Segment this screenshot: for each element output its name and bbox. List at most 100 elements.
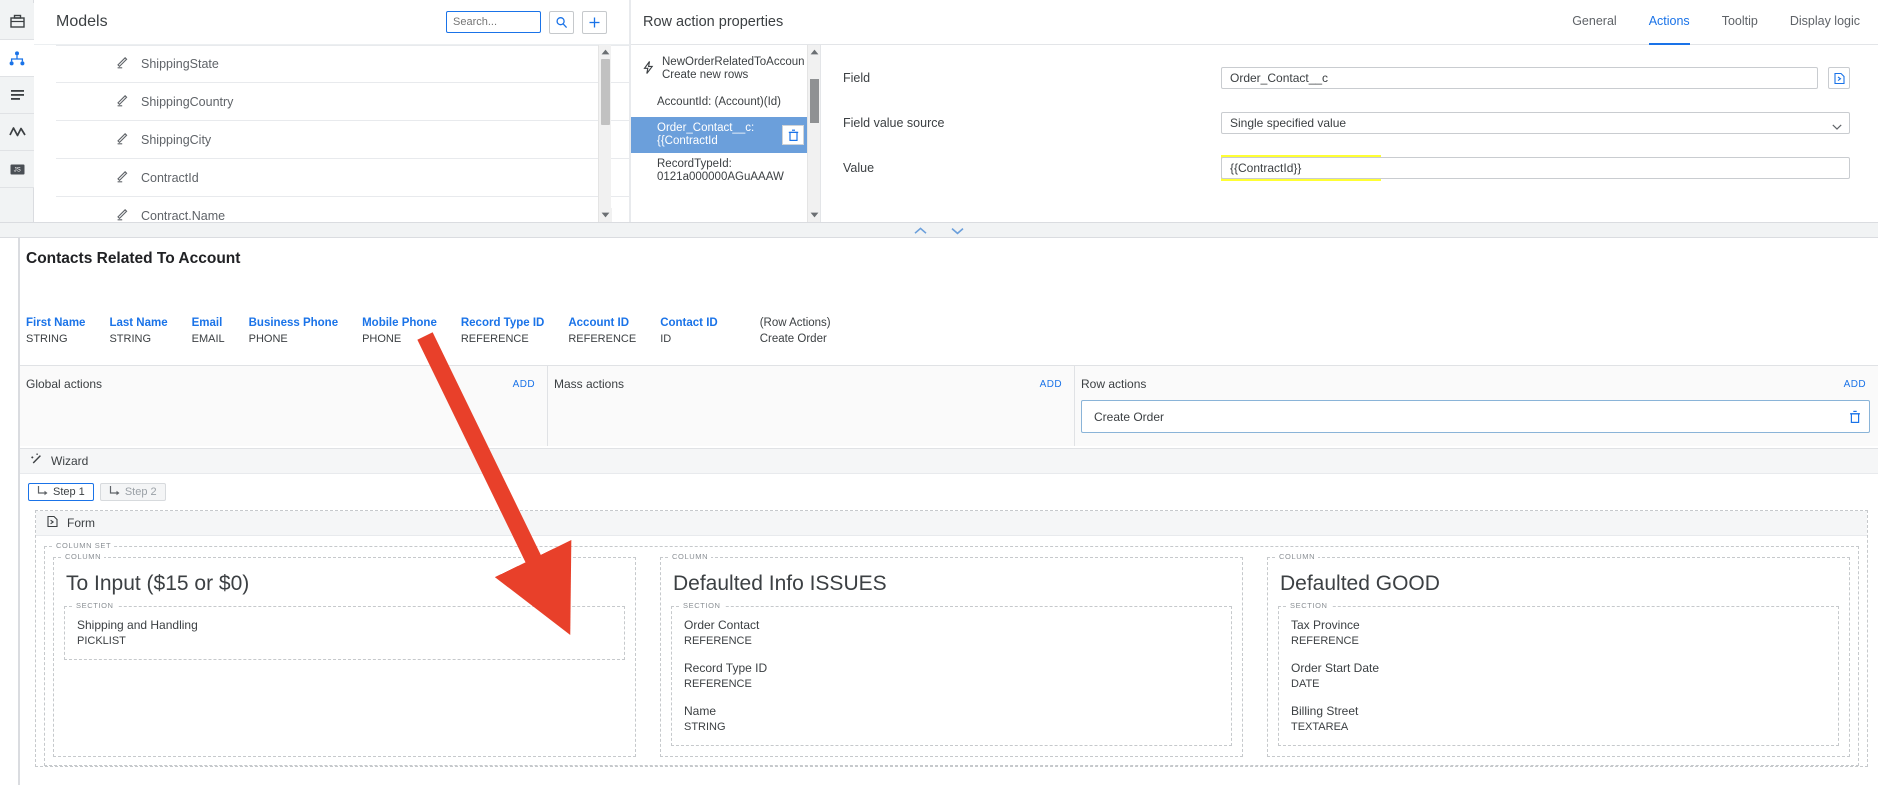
- list-icon[interactable]: [0, 77, 34, 114]
- table-row-actions-column[interactable]: (Row Actions) Create Order: [742, 317, 855, 345]
- column-header-label: Last Name: [109, 317, 168, 329]
- field-picker-icon[interactable]: [1828, 67, 1850, 89]
- column-type-label: REFERENCE: [460, 333, 529, 345]
- table-column-header[interactable]: Record Type ID REFERENCE: [461, 317, 569, 345]
- models-scrollbar[interactable]: [598, 45, 612, 222]
- column-header-label: Contact ID: [660, 317, 718, 329]
- search-icon[interactable]: [549, 10, 574, 34]
- collapse-down-icon[interactable]: [951, 223, 964, 238]
- form-container: Form COLUMN SET COLUMN To Input ($15 or $…: [35, 510, 1868, 767]
- form-field[interactable]: Record Type ID REFERENCE: [684, 661, 1221, 690]
- column-set-tag: COLUMN SET: [53, 541, 115, 550]
- table-column-header[interactable]: First Name STRING: [26, 317, 109, 345]
- actions-tree-scrollbar[interactable]: [807, 45, 820, 222]
- scroll-down-icon[interactable]: [599, 208, 612, 222]
- add-action-button[interactable]: ADD: [1844, 379, 1866, 390]
- form-section: SECTION Tax Province REFERENCE Order Start …: [1278, 601, 1839, 746]
- action-chip-label: Create Order: [1094, 409, 1165, 424]
- add-model-button[interactable]: [582, 10, 607, 34]
- value-input[interactable]: [1221, 157, 1850, 179]
- form-field-type: REFERENCE: [684, 635, 752, 647]
- table-column-header[interactable]: Mobile Phone PHONE: [362, 317, 461, 345]
- wizard-step[interactable]: Step 2: [99, 483, 166, 501]
- model-row-label: ContractId: [141, 170, 199, 185]
- tree-scroll-down-icon[interactable]: [808, 208, 821, 222]
- action-tree-item[interactable]: NewOrderRelatedToAccount: Create new row…: [631, 51, 820, 87]
- form-field[interactable]: Order Contact REFERENCE: [684, 618, 1221, 647]
- wizard-step[interactable]: Step 1: [28, 483, 94, 501]
- model-row[interactable]: Contract.Name: [56, 197, 629, 222]
- field-value-source-select[interactable]: [1221, 112, 1850, 134]
- tab-actions[interactable]: Actions: [1648, 0, 1690, 45]
- model-hierarchy-icon[interactable]: [0, 40, 34, 77]
- model-row[interactable]: ShippingCountry: [56, 83, 629, 121]
- column-header-label: Record Type ID: [460, 317, 545, 329]
- model-row[interactable]: ContractId: [56, 159, 629, 197]
- delete-action-chip-icon[interactable]: [1839, 401, 1869, 432]
- form-header: Form: [36, 511, 1867, 536]
- action-chip[interactable]: Create Order: [1081, 400, 1870, 433]
- field-value-source-row: Field value source: [843, 108, 1850, 138]
- svg-text:JS: JS: [13, 167, 20, 173]
- form-field-type: TEXTAREA: [1291, 721, 1349, 733]
- model-row-label: ShippingCountry: [141, 94, 234, 109]
- table-column-header[interactable]: Business Phone PHONE: [249, 317, 362, 345]
- actions-bar: Global actions ADD Mass actions ADD Row acti…: [20, 365, 1878, 446]
- add-action-button[interactable]: ADD: [513, 379, 535, 390]
- table-column-header[interactable]: Email EMAIL: [192, 317, 249, 345]
- form-field[interactable]: Name STRING: [684, 704, 1221, 733]
- add-action-button[interactable]: ADD: [1040, 379, 1062, 390]
- action-tree-item[interactable]: Order_Contact__c: {{ContractId: [631, 117, 820, 153]
- table-column-header[interactable]: Last Name STRING: [109, 317, 191, 345]
- edit-pencil-icon[interactable]: [116, 132, 129, 148]
- javascript-icon[interactable]: JS: [0, 151, 34, 188]
- scroll-up-icon[interactable]: [599, 45, 611, 59]
- toolbox-icon[interactable]: [0, 3, 34, 40]
- column-type-label: ID: [660, 333, 672, 345]
- form-field[interactable]: Billing Street TEXTAREA: [1291, 704, 1828, 733]
- tab-general[interactable]: General: [1572, 0, 1616, 45]
- form-label: Form: [67, 516, 95, 530]
- row-action-properties-header: Row action properties General Actions Tool…: [631, 0, 1878, 45]
- edit-pencil-icon[interactable]: [116, 170, 129, 186]
- edit-pencil-icon[interactable]: [116, 56, 129, 72]
- column-header-label: Email: [191, 317, 223, 329]
- form-field-type: PICKLIST: [77, 635, 126, 647]
- form-field-name: Tax Province: [1291, 618, 1360, 632]
- column-tag: COLUMN: [1276, 552, 1319, 561]
- model-row[interactable]: ShippingCity: [56, 121, 629, 159]
- form-field[interactable]: Order Start Date DATE: [1291, 661, 1828, 690]
- column-type-label: STRING: [109, 333, 151, 345]
- collapse-up-icon[interactable]: [914, 223, 927, 238]
- row-actions-column-value: Create Order: [759, 333, 827, 345]
- form-field-type: REFERENCE: [684, 678, 752, 690]
- action-group-title: Row actions: [1081, 377, 1147, 391]
- form-field[interactable]: Tax Province REFERENCE: [1291, 618, 1828, 647]
- scroll-thumb[interactable]: [601, 59, 610, 125]
- table-column-header[interactable]: Contact ID ID: [660, 317, 742, 345]
- action-group-title: Mass actions: [554, 377, 625, 391]
- field-input[interactable]: [1221, 67, 1818, 89]
- tab-tooltip[interactable]: Tooltip: [1722, 0, 1758, 45]
- column-tag: COLUMN: [669, 552, 712, 561]
- action-tree-item-label: Order_Contact__c: {{ContractId: [657, 122, 755, 147]
- row-actions-column-header: (Row Actions): [759, 317, 831, 329]
- tree-scroll-up-icon[interactable]: [808, 45, 821, 59]
- wizard-steps: Step 1 Step 2: [20, 474, 1878, 501]
- column-header-label: Business Phone: [248, 317, 339, 329]
- model-row[interactable]: ShippingState: [56, 45, 629, 83]
- field-value-source-label: Field value source: [843, 116, 945, 130]
- edit-pencil-icon[interactable]: [116, 208, 129, 223]
- tab-display-logic[interactable]: Display logic: [1790, 0, 1860, 45]
- table-column-header[interactable]: Account ID REFERENCE: [568, 317, 660, 345]
- search-input[interactable]: [446, 11, 541, 33]
- activity-chart-icon[interactable]: [0, 114, 34, 151]
- form-field-type: DATE: [1291, 678, 1320, 690]
- delete-action-icon[interactable]: [782, 125, 804, 145]
- edit-pencil-icon[interactable]: [116, 94, 129, 110]
- tree-scroll-thumb[interactable]: [810, 79, 819, 123]
- action-tree-item[interactable]: AccountId: (Account)(Id): [631, 87, 820, 117]
- step-arrow-icon: [37, 485, 48, 499]
- form-field[interactable]: Shipping and Handling PICKLIST: [77, 618, 614, 647]
- action-tree-item[interactable]: RecordTypeId: 0121a000000AGuAAAW: [631, 153, 820, 189]
